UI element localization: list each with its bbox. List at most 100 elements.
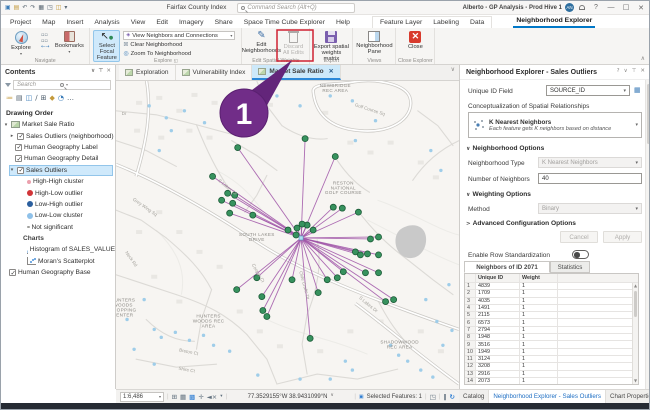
pane-tab-chart-properties[interactable]: Chart Properties (606, 390, 650, 403)
tree-item-human-geography-detail[interactable]: Human Geography Detail (1, 153, 115, 164)
tree-item-sales-outliers[interactable]: ▾Sales Outliers (1, 165, 115, 176)
menu-tab-share[interactable]: Share (214, 17, 234, 28)
pane-scrollbar[interactable] (645, 80, 650, 389)
section-advanced-options[interactable]: >Advanced Configuration Options (466, 220, 576, 227)
neighbor-point[interactable] (357, 252, 363, 258)
pane-tab-catalog[interactable]: Catalog (459, 390, 489, 403)
tree-item-low-low-cluster[interactable]: Low-Low cluster (1, 210, 115, 221)
number-of-neighbors-input[interactable]: 40 (538, 173, 642, 184)
basemap-toggle-icon[interactable]: ▩ (189, 393, 195, 401)
neighbor-point[interactable] (339, 205, 345, 211)
add-selection-icon[interactable]: ⊞ (172, 393, 177, 401)
menu-tab-map[interactable]: Map (41, 17, 56, 28)
status-overflow-icon[interactable]: ▾ (220, 394, 222, 399)
contents-menu-icon[interactable]: ∨ (91, 69, 95, 75)
neighbor-point[interactable] (332, 154, 338, 160)
neighbor-point[interactable] (391, 297, 397, 303)
mute-icon[interactable]: ◄× (207, 393, 217, 401)
help-button[interactable]: ? (590, 4, 602, 11)
list-by-editing-icon[interactable]: ∕ (35, 94, 37, 102)
table-row[interactable]: 665731 (465, 319, 638, 326)
view-tab-vulnerability-index[interactable]: Vulnerability Index (176, 65, 253, 80)
tab-neighbors-of-id[interactable]: Neighbors of ID 2071 (464, 261, 550, 273)
map-canvas[interactable]: NEWBRIDGEREC AREAGolf Course SqRESTONNAT… (116, 81, 459, 389)
contextual-tab-labeling[interactable]: Labeling (432, 17, 460, 28)
neighbor-point[interactable] (294, 225, 300, 231)
table-scrollbar[interactable]: ▲ ▼ (632, 283, 638, 384)
contents-pin-icon[interactable]: ⊤ (98, 69, 103, 75)
neighbor-point[interactable] (227, 210, 233, 216)
pane-pin-icon[interactable]: ⊤ (632, 69, 637, 75)
neighbor-point[interactable] (376, 252, 382, 258)
neighbor-point[interactable] (230, 200, 236, 206)
menu-tab-help[interactable]: Help (335, 17, 351, 28)
contents-search-input[interactable]: Search ▾ (13, 80, 111, 90)
neighbor-point[interactable] (219, 197, 225, 203)
pause-drawing-icon[interactable]: ‖ (443, 393, 446, 401)
menu-tab-view[interactable]: View (130, 17, 147, 28)
field-table-icon[interactable]: ▦ (634, 87, 641, 94)
neighbors-table[interactable]: Unique IDWeight1483912170913403514149115… (464, 273, 639, 385)
neighbor-point[interactable] (250, 212, 256, 218)
scale-dropdown[interactable]: 1:6,486 ▾ (120, 392, 164, 402)
clear-neighborhood-button[interactable]: ⊠ Clear Neighborhood (123, 41, 235, 49)
qat-dropdown-icon[interactable]: ▾ (64, 5, 67, 11)
contents-close-icon[interactable]: ✕ (106, 69, 111, 75)
tree-item-histogram-of-sales-value[interactable]: Histogram of SALES_VALUE (1, 244, 115, 255)
layer-checkbox[interactable] (17, 133, 24, 140)
table-row[interactable]: 414911 (465, 305, 638, 312)
maximize-button[interactable]: □ (620, 4, 632, 11)
expand-icon[interactable]: ▸ (9, 133, 15, 139)
neighbor-point[interactable] (334, 275, 340, 281)
menu-tab-project[interactable]: Project (9, 17, 32, 28)
list-by-labeling-icon[interactable]: ◆ (49, 94, 54, 102)
collapse-icon[interactable]: ▾ (9, 167, 15, 173)
table-row[interactable]: 521151 (465, 312, 638, 319)
neighbor-point[interactable] (264, 313, 270, 319)
open-project-icon[interactable]: ▤ (14, 5, 20, 11)
tab-neighborhood-explorer[interactable]: Neighborhood Explorer (513, 15, 595, 28)
redo-icon[interactable]: ↷ (30, 5, 35, 11)
menu-tab-space-time-cube-explorer[interactable]: Space Time Cube Explorer (243, 17, 326, 28)
menu-tab-imagery[interactable]: Imagery (178, 17, 205, 28)
neighbor-point[interactable] (235, 145, 241, 151)
coordinates-readout[interactable]: 77.3529155°W 38.9431099°N ∨ (248, 394, 334, 400)
tab-statistics[interactable]: Statistics (550, 261, 590, 273)
pane-menu-icon[interactable]: ∨ (624, 69, 628, 75)
table-row[interactable]: 819481 (465, 334, 638, 341)
section-neighborhood-options[interactable]: ∨Neighborhood Options (466, 145, 544, 152)
list-by-source-icon[interactable]: ▤ (16, 94, 23, 102)
basemap-tool-icon[interactable]: ◫ (56, 5, 62, 11)
table-row[interactable]: 1131241 (465, 356, 638, 363)
neighbor-point[interactable] (259, 294, 265, 300)
ribbon-collapse-icon[interactable]: ∧ (641, 56, 645, 62)
tree-item-human-geography-base[interactable]: Human Geography Base (1, 267, 115, 278)
row-standardization-toggle[interactable] (572, 250, 589, 259)
neighbor-point[interactable] (289, 277, 295, 283)
neighbor-point[interactable] (383, 299, 389, 305)
neighbor-point[interactable] (260, 308, 266, 314)
contextual-tab-feature-layer[interactable]: Feature Layer (379, 17, 423, 28)
tree-item-not-significant[interactable]: Not significant (1, 222, 115, 233)
neighbor-point[interactable] (362, 270, 368, 276)
focal-feature-point[interactable] (299, 236, 303, 240)
list-by-charts-icon[interactable]: ◔ (58, 94, 64, 102)
list-by-snapping-icon[interactable]: ⊞ (41, 94, 47, 102)
toolbar-overflow-icon[interactable]: … (67, 94, 74, 102)
neighbor-point[interactable] (210, 173, 216, 179)
contextual-tab-data[interactable]: Data (469, 17, 485, 28)
neighbor-point[interactable] (324, 277, 330, 283)
table-row[interactable]: 148391 (465, 283, 638, 290)
save-icon[interactable]: ▣ (5, 5, 11, 11)
table-row[interactable]: 935161 (465, 341, 638, 348)
command-search-input[interactable]: Command Search (Alt+Q) (237, 3, 355, 13)
view-tab-exploration[interactable]: Exploration (119, 65, 176, 80)
menu-tab-insert[interactable]: Insert (65, 17, 84, 28)
map-tool-icon[interactable]: ▦ (38, 5, 44, 11)
pane-help-icon[interactable]: ? (617, 69, 620, 75)
avatar[interactable]: AN (565, 3, 574, 12)
tree-item-human-geography-label[interactable]: Human Geography Label (1, 142, 115, 153)
menu-tab-analysis[interactable]: Analysis (93, 17, 120, 28)
table-row[interactable]: 340351 (465, 298, 638, 305)
neighbor-point[interactable] (376, 234, 382, 240)
